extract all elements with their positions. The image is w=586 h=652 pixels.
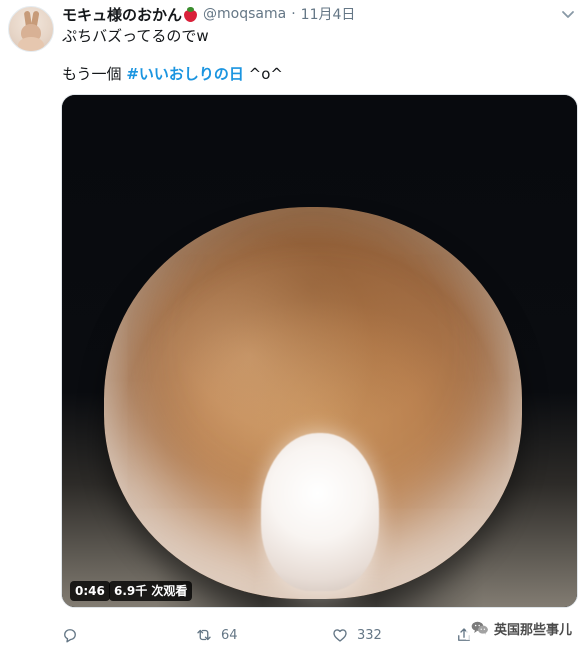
tweet-date[interactable]: 11月4日 [301,4,356,24]
hashtag-link[interactable]: #いいおしりの日 [126,65,244,83]
tweet-text-prefix: もう一個 [62,65,127,83]
like-button[interactable]: 332 [331,625,382,645]
user-avatar[interactable] [8,6,54,52]
video-views-badge: 6.9千 次观看 [109,581,193,601]
rabbit-body [18,37,44,51]
tweet-text-suffix: ^o^ [243,65,283,83]
display-name[interactable]: モキュ様のおかん [62,4,182,25]
retweet-count: 64 [221,627,238,643]
like-count: 332 [357,627,382,643]
header-separator: · [291,6,296,22]
user-handle[interactable]: @moqsama [203,6,286,22]
video-player[interactable]: 0:46 6.9千 次观看 [61,94,578,608]
strawberry-icon [184,6,198,22]
tweet-text-line-2: もう一個 #いいおしりの日 ^o^ [62,64,283,84]
watermark-text: 英国那些事儿 [493,622,572,638]
wechat-icon [471,621,488,635]
chevron-down-icon[interactable] [560,6,576,22]
strawberry-leaf [187,6,195,12]
reply-button[interactable] [61,625,87,645]
retweet-icon [197,629,211,641]
tweet-card: モキュ様のおかん @moqsama · 11月4日 ぷちバズってるのでw もう一… [0,0,586,652]
retweet-button[interactable]: 64 [195,625,238,645]
tweet-text-line-1: ぷちバズってるのでw [62,27,209,45]
video-duration-badge: 0:46 [70,581,110,601]
reply-icon [64,629,76,643]
tweet-header: モキュ様のおかん @moqsama · 11月4日 [62,3,355,25]
heart-icon [333,629,347,642]
wechat-watermark: 英国那些事儿 [465,616,572,640]
bunny-tail [261,433,379,591]
